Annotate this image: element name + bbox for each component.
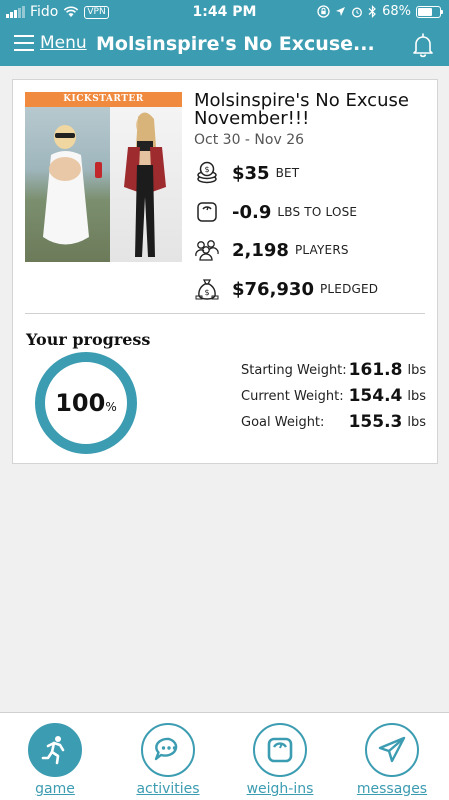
tab-activities-label: activities: [136, 781, 200, 797]
stat-bet-value: $35: [232, 162, 270, 184]
tab-weigh-ins-label: weigh-ins: [246, 781, 314, 797]
nav-bar: Menu Molsinspire's No Excuse...: [0, 24, 449, 66]
weights-list: Starting Weight: 161.8 lbs Current Weigh…: [241, 357, 426, 435]
weight-label: Goal Weight:: [241, 414, 325, 430]
progress-value: 100: [55, 389, 106, 417]
stat-bet-unit: BET: [275, 166, 300, 180]
progress-unit: %: [105, 400, 117, 414]
card-divider: [25, 313, 425, 314]
current-weight-row: Current Weight: 154.4 lbs: [241, 383, 426, 409]
battery-percent: 68%: [382, 4, 411, 19]
weight-unit: lbs: [407, 388, 426, 404]
kickstarter-banner: KICKSTARTER: [25, 92, 182, 107]
weight-value: 154.4: [348, 386, 403, 406]
weight-value: 155.3: [348, 412, 403, 432]
paper-plane-icon: [365, 723, 419, 777]
stat-lose-unit: LBS TO LOSE: [277, 205, 358, 219]
tab-game-label: game: [35, 781, 75, 797]
stat-bet: $ $35 BET: [194, 160, 299, 186]
progress-label: Your progress: [26, 330, 151, 349]
weight-unit: lbs: [407, 362, 427, 378]
game-card: KICKSTARTER Molsinspire's No Excuse Nove…: [12, 79, 438, 464]
stat-pledged-value: $76,930: [232, 278, 314, 300]
alarm-icon: [352, 7, 363, 17]
svg-text:$: $: [204, 288, 209, 297]
scale-icon: [253, 723, 307, 777]
bluetooth-icon: [368, 5, 376, 18]
stat-players-unit: PLAYERS: [294, 243, 349, 257]
moneybag-icon: $: [194, 276, 220, 302]
stat-players: 2,198 PLAYERS: [194, 237, 349, 263]
stat-pledged: $ $76,930 PLEDGED: [194, 276, 378, 302]
bell-icon[interactable]: [411, 32, 435, 58]
stat-pledged-unit: PLEDGED: [319, 282, 379, 296]
game-image[interactable]: KICKSTARTER: [25, 92, 182, 262]
game-title[interactable]: Molsinspire's No Excuse November!!!: [194, 92, 429, 128]
nav-title: Molsinspire's No Excuse...: [96, 33, 375, 55]
tab-activities[interactable]: activities: [123, 723, 213, 797]
stat-lose: -0.9 LBS TO LOSE: [194, 199, 357, 225]
before-photo: [25, 107, 110, 262]
tab-bar: game activities weigh-ins messages: [0, 712, 449, 800]
menu-label: Menu: [40, 33, 87, 53]
tab-messages[interactable]: messages: [347, 723, 437, 797]
tab-game[interactable]: game: [10, 723, 100, 797]
status-right: 68%: [317, 4, 443, 19]
weight-unit: lbs: [407, 414, 426, 430]
progress-ring: 100 %: [35, 352, 137, 454]
tab-weigh-ins[interactable]: weigh-ins: [235, 723, 325, 797]
starting-weight-row: Starting Weight: 161.8 lbs: [241, 357, 426, 383]
hamburger-icon: [14, 35, 34, 51]
goal-weight-row: Goal Weight: 155.3 lbs: [241, 409, 426, 435]
menu-button[interactable]: Menu: [14, 33, 87, 53]
game-dates: Oct 30 - Nov 26: [194, 132, 305, 148]
coins-icon: $: [194, 160, 220, 186]
rotation-lock-icon: [317, 5, 330, 18]
after-photo: [110, 107, 182, 262]
weight-value: 161.8: [348, 360, 403, 380]
stat-lose-value: -0.9: [232, 201, 272, 223]
scale-icon: [194, 199, 220, 225]
tab-messages-label: messages: [356, 781, 428, 797]
weight-label: Starting Weight:: [241, 362, 347, 378]
svg-text:$: $: [204, 165, 209, 174]
chat-bubbles-icon: [141, 723, 195, 777]
weight-label: Current Weight:: [241, 388, 344, 404]
battery-icon: [416, 5, 443, 18]
players-icon: [194, 237, 220, 263]
location-icon: [336, 7, 346, 16]
runner-icon: [28, 723, 82, 777]
stat-players-value: 2,198: [232, 239, 289, 261]
status-bar: Fido VPN 1:44 PM 68%: [0, 0, 449, 24]
